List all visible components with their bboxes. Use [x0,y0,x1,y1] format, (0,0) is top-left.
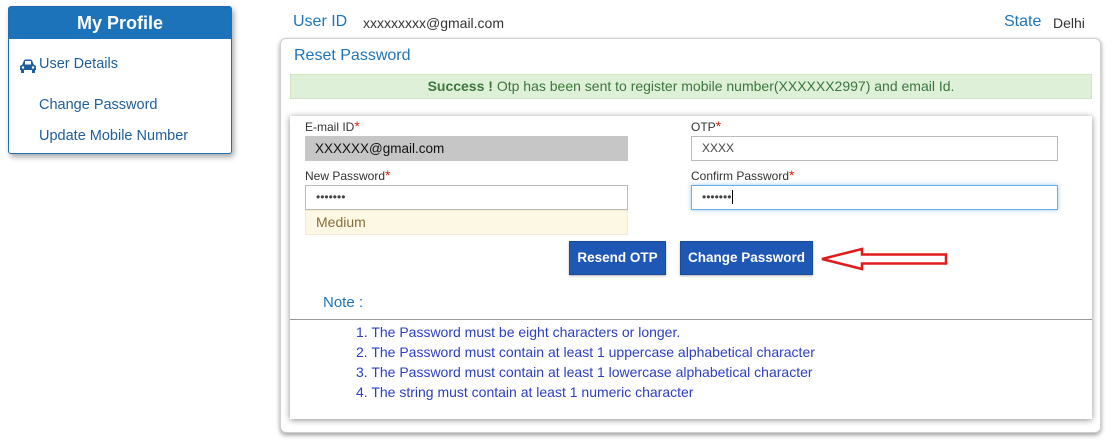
panel-title: Reset Password [294,47,411,64]
alert-message: Otp has been sent to register mobile num… [492,78,955,94]
sidebar-item-update-mobile[interactable]: Update Mobile Number [39,128,188,144]
required-mark: * [715,118,722,134]
email-field: XXXXXX@gmail.com [305,136,628,161]
sidebar-title: My Profile [9,7,231,39]
reset-form: E-mail ID* XXXXXX@gmail.com OTP* XXXX Ne… [290,116,1092,419]
change-password-button[interactable]: Change Password [680,241,813,275]
text-cursor: ​ [732,190,734,204]
required-mark: * [354,118,360,134]
sidebar-item-user-details[interactable]: User Details [39,56,118,72]
rule-item: 2. The Password must contain at least 1 … [356,344,815,360]
rule-item: 1. The Password must be eight characters… [356,324,681,340]
email-label: E-mail ID* [305,118,360,134]
reset-password-panel: Reset Password Success ! Otp has been se… [280,38,1101,433]
otp-label: OTP* [691,118,722,134]
new-password-input[interactable]: ••••••• [305,185,628,210]
new-password-label: New Password* [305,167,391,183]
user-id-value: xxxxxxxxx@gmail.com [363,15,505,31]
note-divider [290,319,1092,320]
otp-input[interactable]: XXXX [691,136,1058,161]
profile-sidebar: My Profile User Details Change Password … [8,6,232,154]
annotation-arrow-icon [821,247,948,271]
car-icon [20,59,36,73]
resend-otp-button[interactable]: Resend OTP [569,241,666,275]
confirm-password-label: Confirm Password* [691,167,795,183]
state-value: Delhi [1053,15,1085,31]
success-alert: Success ! Otp has been sent to register … [290,74,1092,99]
note-title: Note : [323,294,364,311]
state-label: State [1004,13,1042,30]
password-rules-list: 1. The Password must be eight characters… [356,322,815,402]
required-mark: * [385,167,391,183]
password-strength-indicator: Medium [305,210,628,235]
rule-item: 4. The string must contain at least 1 nu… [356,384,694,400]
required-mark: * [789,167,795,183]
confirm-password-input[interactable]: •••••••​ [691,185,1058,210]
alert-strong: Success ! [427,78,493,94]
sidebar-item-change-password[interactable]: Change Password [39,97,158,113]
rule-item: 3. The Password must contain at least 1 … [356,364,813,380]
user-id-label: User ID [293,13,348,30]
